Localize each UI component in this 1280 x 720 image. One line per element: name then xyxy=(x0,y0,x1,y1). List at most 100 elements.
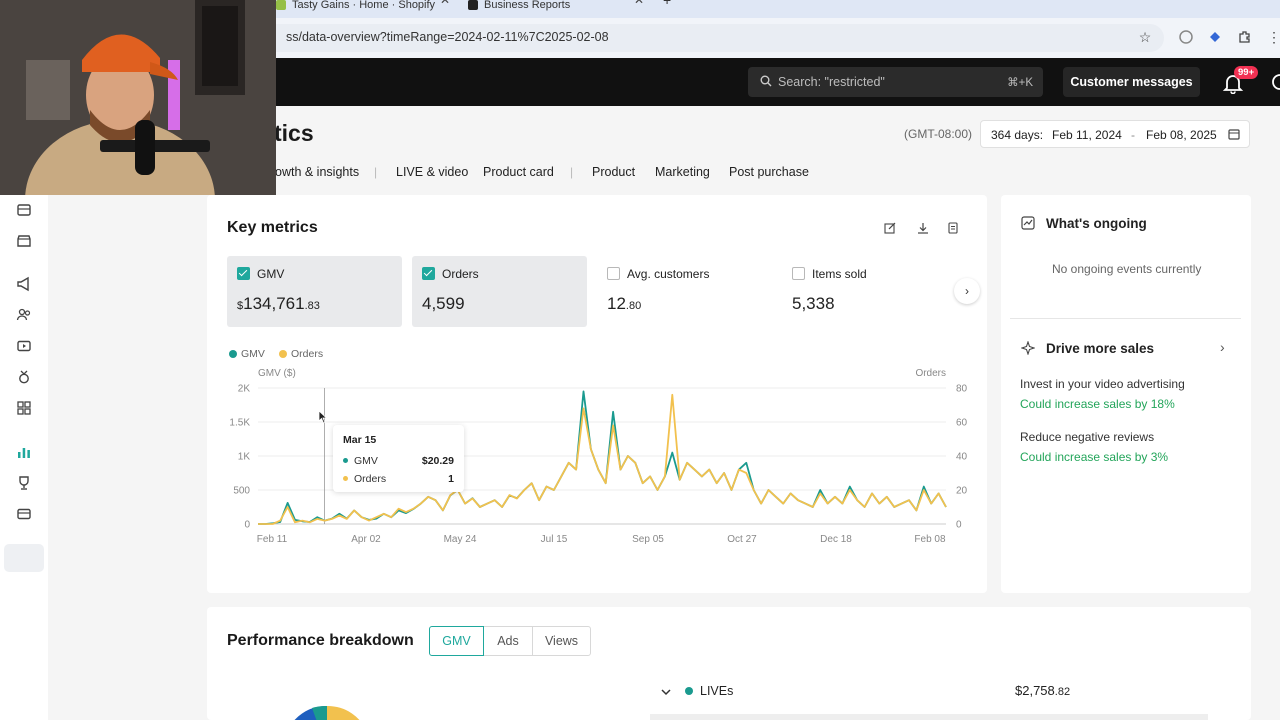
store-icon[interactable] xyxy=(16,233,32,249)
medal-icon[interactable] xyxy=(16,369,32,385)
metric-card-gmv[interactable]: GMV $134,761.83 xyxy=(227,256,402,327)
metric-label: Items sold xyxy=(812,267,867,281)
puzzle-icon[interactable] xyxy=(1237,29,1253,45)
metric-label: Orders xyxy=(442,267,479,281)
legend-item-orders[interactable]: Orders xyxy=(279,348,323,360)
x-tick-label: May 24 xyxy=(444,534,477,545)
trend-icon xyxy=(1021,216,1035,230)
metric-checkbox[interactable] xyxy=(607,267,620,280)
tab-separator: | xyxy=(374,165,378,179)
x-tick-label: Feb 11 xyxy=(257,534,288,545)
url-text[interactable]: ss/data-overview?timeRange=2024-02-11%7C… xyxy=(286,30,609,44)
tooltip-gmv-label: GMV xyxy=(343,455,378,467)
x-tick-label: Feb 08 xyxy=(914,534,946,545)
calendar-icon xyxy=(1228,129,1240,140)
webcam-person-image xyxy=(0,0,276,195)
tab-views[interactable]: Views xyxy=(532,626,591,656)
tab-post-purchase[interactable]: Post purchase xyxy=(729,165,809,179)
tab-label: Tasty Gains · Home · Shopify xyxy=(292,0,436,11)
tooltip-gmv-value: $20.29 xyxy=(421,455,454,467)
tooltip-date: Mar 15 xyxy=(343,434,377,446)
x-tick-label: Oct 27 xyxy=(727,534,757,545)
search-placeholder: Search: "restricted" xyxy=(778,75,885,89)
new-tab-icon[interactable]: + xyxy=(663,0,671,14)
extension-icon[interactable] xyxy=(1207,29,1223,45)
performance-breakdown-title: Performance breakdown xyxy=(227,632,414,649)
metric-checkbox[interactable] xyxy=(792,267,805,280)
legend-dot xyxy=(229,350,237,358)
x-tick-label: Dec 18 xyxy=(820,534,852,545)
suggestion-impact: Could increase sales by 3% xyxy=(1020,450,1169,464)
metric-card-items-sold[interactable]: Items sold 5,338 xyxy=(782,256,957,327)
edit-icon[interactable] xyxy=(884,222,896,234)
download-icon[interactable] xyxy=(917,222,929,234)
metric-label: GMV xyxy=(257,267,285,281)
timezone-label: (GMT-08:00) xyxy=(904,127,973,141)
help-icon[interactable] xyxy=(1270,72,1280,92)
analytics-icon[interactable] xyxy=(16,444,32,460)
close-tab-icon[interactable]: ✕ xyxy=(634,0,644,6)
apps-grid-icon[interactable] xyxy=(16,400,32,416)
metric-card-avg-customers[interactable]: Avg. customers 12.80 xyxy=(597,256,772,327)
page-title: tics xyxy=(274,120,314,146)
y-right-tick-label: 60 xyxy=(956,418,968,429)
menu-dots-icon[interactable]: ⋮ xyxy=(1266,29,1280,45)
customer-messages-button[interactable]: Customer messages xyxy=(1063,67,1200,97)
browser-tab-shopify[interactable]: Tasty Gains · Home · Shopify ✕ xyxy=(276,0,456,18)
chevron-down-icon[interactable] xyxy=(660,686,672,698)
lives-dot xyxy=(685,687,693,695)
metric-checkbox[interactable] xyxy=(422,267,435,280)
extension-icon[interactable] xyxy=(1178,29,1194,45)
metric-value: $134,761.83 xyxy=(237,294,320,313)
tab-growth-insights[interactable]: owth & insights xyxy=(275,165,359,179)
trophy-icon[interactable] xyxy=(16,475,32,491)
suggestion-impact: Could increase sales by 18% xyxy=(1020,397,1175,411)
suggestion-text[interactable]: Reduce negative reviews xyxy=(1020,430,1154,444)
browser-tab-business-reports[interactable]: Business Reports ✕ xyxy=(468,0,648,18)
left-sidebar xyxy=(0,106,48,720)
document-icon[interactable] xyxy=(947,222,959,234)
y-left-tick-label: 500 xyxy=(233,486,250,497)
metric-label: Avg. customers xyxy=(627,267,710,281)
tab-product[interactable]: Product xyxy=(592,165,635,179)
chevron-right-icon: › xyxy=(965,284,969,298)
close-tab-icon[interactable]: ✕ xyxy=(440,0,450,6)
metric-value: 5,338 xyxy=(792,294,835,313)
tab-marketing[interactable]: Marketing xyxy=(655,165,710,179)
lives-label[interactable]: LIVEs xyxy=(700,684,733,698)
x-tick-label: Apr 02 xyxy=(351,534,381,545)
order-box-icon[interactable] xyxy=(16,202,32,218)
drive-more-sales-title[interactable]: Drive more sales xyxy=(1046,341,1154,356)
metric-checkbox[interactable] xyxy=(237,267,250,280)
y-right-tick-label: 0 xyxy=(956,520,962,531)
y-right-tick-label: 80 xyxy=(956,384,968,395)
metric-card-orders[interactable]: Orders 4,599 xyxy=(412,256,587,327)
legend-label: GMV xyxy=(241,348,265,360)
date-range-start: Feb 11, 2024 xyxy=(1052,128,1122,142)
search-shortcut: ⌘+K xyxy=(1007,77,1033,89)
chevron-right-icon[interactable]: › xyxy=(1220,339,1225,355)
users-icon[interactable] xyxy=(16,307,32,323)
date-range-end: Feb 08, 2025 xyxy=(1146,128,1217,142)
insights-panel xyxy=(1001,195,1251,593)
date-range-picker[interactable]: 364 days: Feb 11, 2024 - Feb 08, 2025 xyxy=(980,120,1250,148)
pie-chart xyxy=(294,705,360,720)
video-icon[interactable] xyxy=(16,338,32,354)
tiktok-icon xyxy=(468,0,478,10)
search-input[interactable]: Search: "restricted" ⌘+K xyxy=(748,67,1043,97)
tooltip-orders-value: 1 xyxy=(448,473,454,485)
megaphone-icon[interactable] xyxy=(16,276,32,292)
tab-live-video[interactable]: LIVE & video xyxy=(396,165,468,179)
suggestion-text[interactable]: Invest in your video advertising xyxy=(1020,377,1185,391)
wallet-icon[interactable] xyxy=(16,506,32,522)
date-range-days: 364 days: xyxy=(991,128,1044,142)
metrics-next-button[interactable]: › xyxy=(954,278,980,304)
bookmark-star-icon[interactable]: ☆ xyxy=(1137,29,1153,45)
tab-gmv[interactable]: GMV xyxy=(429,626,484,656)
tab-ads[interactable]: Ads xyxy=(483,626,533,656)
legend-item-gmv[interactable]: GMV xyxy=(229,348,265,360)
legend-dot xyxy=(279,350,287,358)
y-right-tick-label: 40 xyxy=(956,452,968,463)
tab-product-card[interactable]: Product card xyxy=(483,165,554,179)
shopify-icon xyxy=(276,0,286,10)
